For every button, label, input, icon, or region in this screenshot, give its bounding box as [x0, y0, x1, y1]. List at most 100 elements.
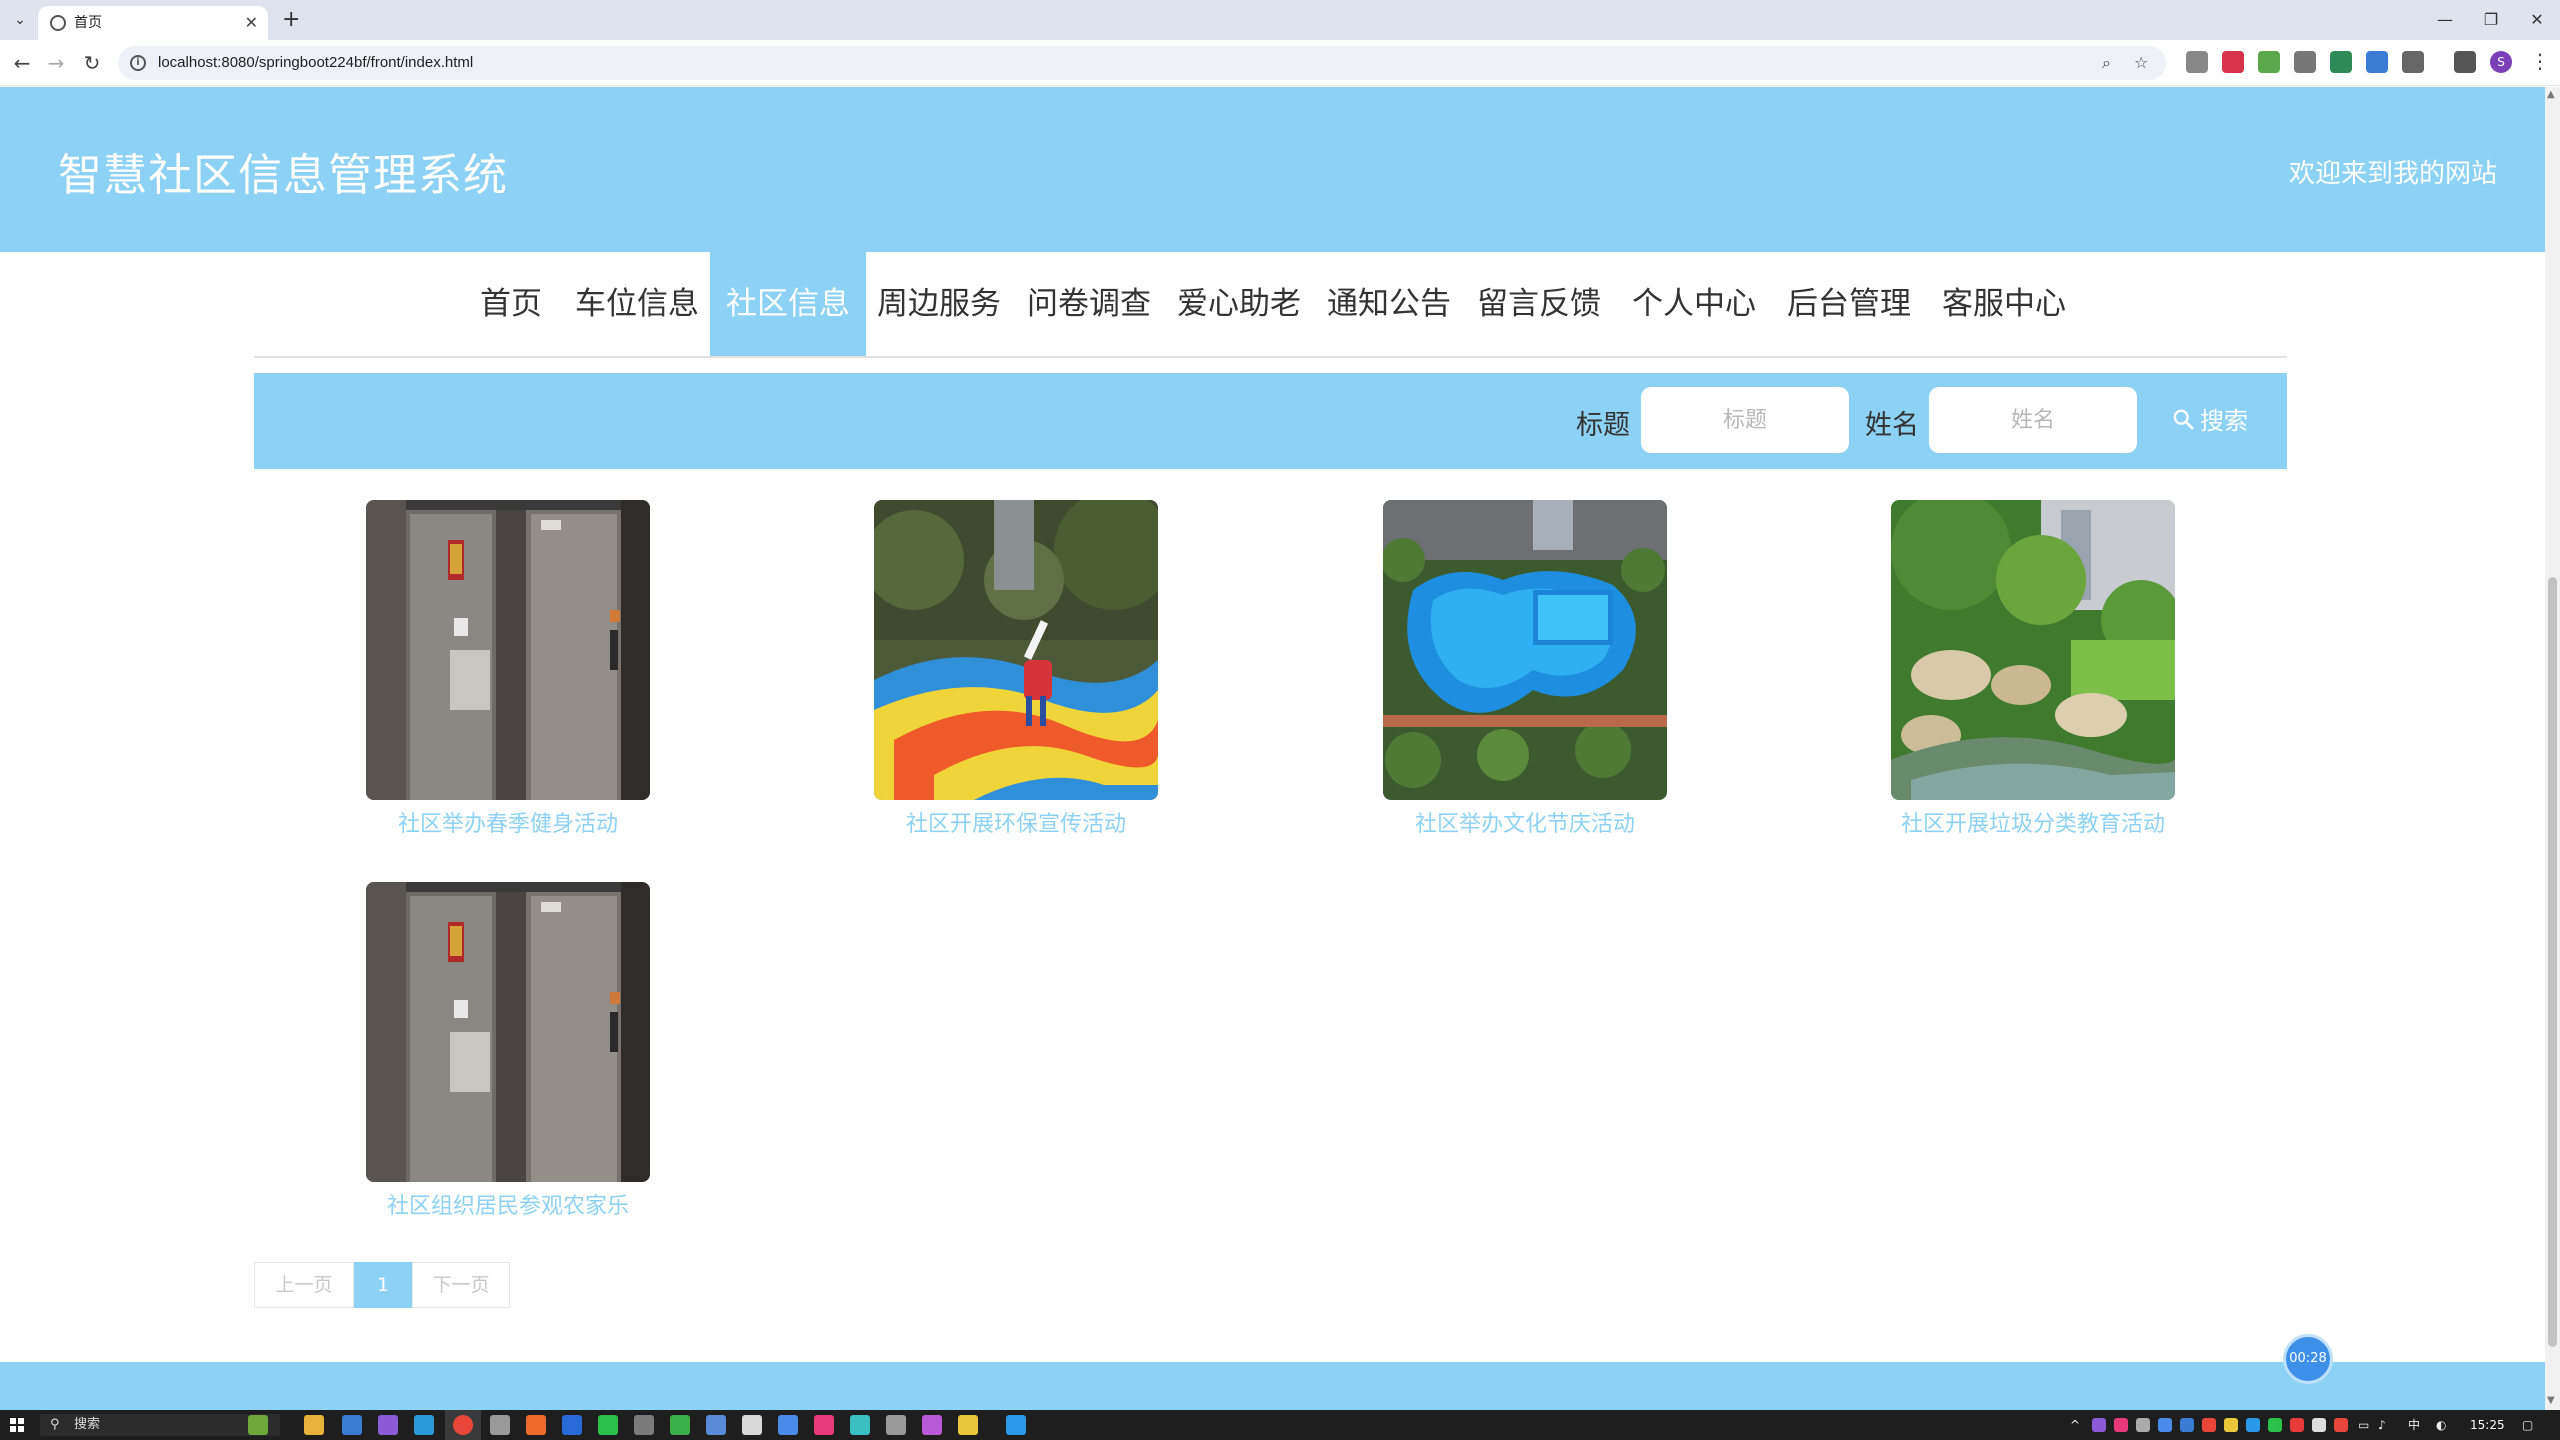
url-text[interactable]: localhost:8080/springboot224bf/front/ind… [158, 52, 473, 74]
name-search-input[interactable] [1929, 387, 2137, 453]
extension-translate-icon[interactable] [2366, 51, 2388, 73]
tray-app-icon[interactable] [2312, 1418, 2326, 1432]
taskbar-app-icon[interactable] [378, 1415, 398, 1435]
close-window-button[interactable]: ✕ [2514, 0, 2560, 40]
tray-app-icon[interactable] [2114, 1418, 2128, 1432]
card-image-elevator[interactable] [366, 500, 650, 800]
taskbar-app-icon[interactable] [958, 1415, 978, 1435]
tray-app-icon[interactable] [2202, 1418, 2216, 1432]
tray-app-icon[interactable] [2092, 1418, 2106, 1432]
firefox-icon[interactable] [526, 1415, 546, 1435]
nav-item-elderly-care[interactable]: 爱心助老 [1161, 252, 1317, 356]
taskbar-app-icon[interactable] [490, 1415, 510, 1435]
card-title[interactable]: 社区组织居民参观农家乐 [366, 1188, 650, 1220]
card-title[interactable]: 社区举办春季健身活动 [366, 806, 650, 838]
tray-app-icon[interactable] [2268, 1418, 2282, 1432]
card-image-playground[interactable] [874, 500, 1158, 800]
extension-vue-icon[interactable] [2330, 51, 2352, 73]
taskbar-app-icon[interactable] [742, 1415, 762, 1435]
nav-item-feedback[interactable]: 留言反馈 [1461, 252, 1617, 356]
extensions-puzzle-icon[interactable] [2402, 51, 2424, 73]
reload-button[interactable]: ↻ [78, 49, 106, 77]
windows-start-icon[interactable] [10, 1418, 24, 1432]
scrollbar-thumb[interactable] [2548, 577, 2557, 1347]
taskbar-app-icon[interactable] [706, 1415, 726, 1435]
card-image-elevator[interactable] [366, 882, 650, 1182]
extension-camera-icon[interactable] [2186, 51, 2208, 73]
zoom-icon[interactable]: ⌕ [2102, 52, 2111, 74]
side-panel-icon[interactable] [2454, 51, 2476, 73]
new-tab-button[interactable]: + [282, 6, 300, 34]
taskbar-app-icon[interactable] [634, 1415, 654, 1435]
minimize-button[interactable]: — [2422, 0, 2468, 40]
taskbar-widget-icon[interactable] [248, 1415, 268, 1435]
list-item[interactable]: 社区组织居民参观农家乐 [366, 882, 650, 1220]
list-item[interactable]: 社区开展环保宣传活动 [874, 500, 1158, 838]
card-title[interactable]: 社区开展垃圾分类教育活动 [1891, 806, 2175, 838]
wechat-icon[interactable] [598, 1415, 618, 1435]
tray-app-icon[interactable] [2334, 1418, 2348, 1432]
address-bar[interactable]: i localhost:8080/springboot224bf/front/i… [118, 46, 2166, 80]
nav-item-customer-service[interactable]: 客服中心 [1926, 252, 2082, 356]
network-icon[interactable]: ▭ [2358, 1416, 2369, 1434]
nav-item-parking[interactable]: 车位信息 [559, 252, 715, 356]
search-button[interactable]: 搜索 [2172, 401, 2248, 436]
card-image-pool[interactable] [1383, 500, 1667, 800]
tray-app-icon[interactable] [2246, 1418, 2260, 1432]
taskbar-app-icon[interactable] [922, 1415, 942, 1435]
nav-item-nearby-services[interactable]: 周边服务 [861, 252, 1017, 356]
tab-close-icon[interactable]: ✕ [245, 12, 258, 34]
forward-button[interactable]: → [42, 49, 70, 77]
title-search-input[interactable] [1641, 387, 1849, 453]
tray-chevron-icon[interactable]: ^ [2070, 1416, 2080, 1434]
timer-badge[interactable]: 00:28 [2283, 1334, 2333, 1384]
profile-avatar[interactable]: S [2490, 51, 2512, 73]
nav-item-notices[interactable]: 通知公告 [1311, 252, 1467, 356]
taskbar-app-icon[interactable] [886, 1415, 906, 1435]
list-item[interactable]: 社区举办春季健身活动 [366, 500, 650, 838]
card-image-garden[interactable] [1891, 500, 2175, 800]
card-title[interactable]: 社区举办文化节庆活动 [1383, 806, 1667, 838]
back-button[interactable]: ← [8, 49, 36, 77]
browser-menu-icon[interactable]: ⋮ [2530, 49, 2550, 73]
taskbar-app-icon[interactable] [670, 1415, 690, 1435]
tray-app-icon[interactable] [2224, 1418, 2238, 1432]
taskbar-app-icon[interactable] [778, 1415, 798, 1435]
volume-icon[interactable]: ♪ [2378, 1416, 2386, 1434]
nav-item-survey[interactable]: 问卷调查 [1011, 252, 1167, 356]
taskbar-app-icon[interactable] [562, 1415, 582, 1435]
taskbar-app-icon[interactable] [414, 1415, 434, 1435]
taskbar-app-icon[interactable] [814, 1415, 834, 1435]
nav-item-admin[interactable]: 后台管理 [1771, 252, 1927, 356]
extension-grammar-icon[interactable] [2258, 51, 2280, 73]
card-title[interactable]: 社区开展环保宣传活动 [874, 806, 1158, 838]
bookmark-star-icon[interactable]: ☆ [2134, 52, 2148, 74]
browser-tab[interactable]: 首页 ✕ [38, 6, 268, 40]
extension-shield-icon[interactable] [2222, 51, 2244, 73]
nav-item-community-info[interactable]: 社区信息 [710, 252, 866, 356]
nav-item-personal-center[interactable]: 个人中心 [1616, 252, 1772, 356]
taskbar-app-icon[interactable] [850, 1415, 870, 1435]
tray-app-icon[interactable] [2158, 1418, 2172, 1432]
taskbar-app-icon[interactable] [342, 1415, 362, 1435]
extension-copy-icon[interactable] [2294, 51, 2316, 73]
prev-page-button[interactable]: 上一页 [254, 1262, 354, 1308]
scroll-down-icon[interactable]: ▼ [2547, 1395, 2555, 1406]
scroll-up-icon[interactable]: ▲ [2547, 89, 2555, 100]
page-scrollbar[interactable]: ▲ ▼ [2545, 87, 2560, 1410]
page-number-button[interactable]: 1 [354, 1262, 412, 1308]
ime-mode-icon[interactable]: ◐ [2436, 1416, 2446, 1434]
taskbar-search-box[interactable]: ⚲ 搜索 [40, 1414, 280, 1436]
nav-item-home[interactable]: 首页 [464, 252, 558, 356]
taskbar-clock[interactable]: 15:25 [2470, 1416, 2505, 1434]
ime-indicator[interactable]: 中 [2408, 1416, 2420, 1434]
notification-icon[interactable]: ▢ [2522, 1416, 2533, 1434]
next-page-button[interactable]: 下一页 [412, 1262, 510, 1308]
restore-button[interactable]: ❐ [2468, 0, 2514, 40]
tab-search-dropdown-icon[interactable]: ⌄ [8, 8, 32, 32]
chrome-icon[interactable] [453, 1415, 473, 1435]
list-item[interactable]: 社区举办文化节庆活动 [1383, 500, 1667, 838]
file-explorer-icon[interactable] [304, 1415, 324, 1435]
list-item[interactable]: 社区开展垃圾分类教育活动 [1891, 500, 2175, 838]
site-info-icon[interactable]: i [130, 55, 146, 71]
